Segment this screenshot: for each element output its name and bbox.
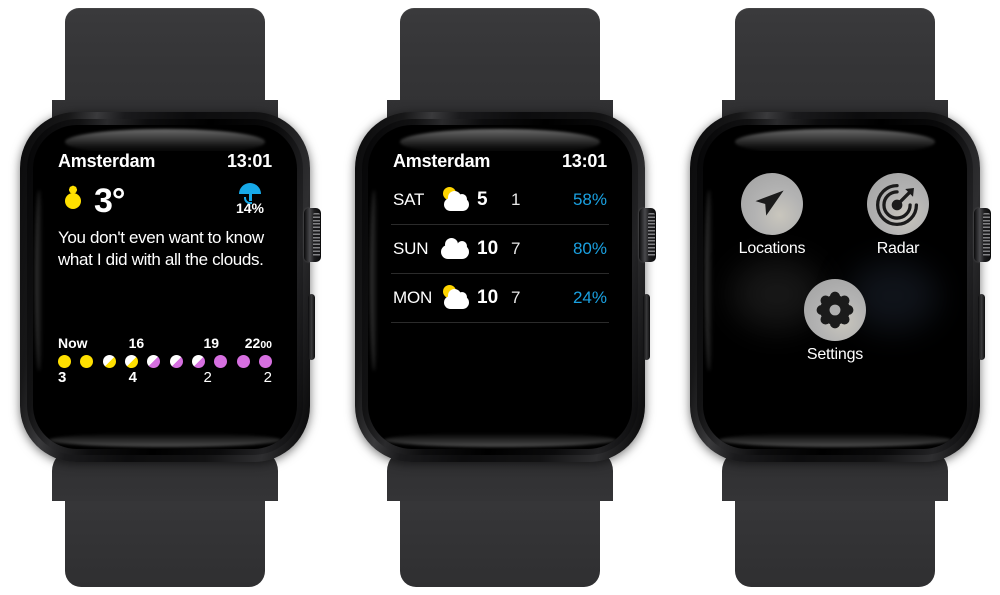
daily-forecast-row[interactable]: MON 10 7 24% — [391, 274, 609, 323]
hourly-dot — [258, 355, 272, 368]
hourly-time-sublabel: 00 — [260, 339, 272, 351]
glass-highlight-bottom — [48, 433, 282, 447]
hourly-temp-value: 4 — [128, 369, 137, 386]
watch-glass: Amsterdam 13:01 SAT 5 1 58% SUN 10 7 80% MON 10 7 2… — [368, 125, 632, 449]
hourly-dot — [124, 355, 138, 368]
glass-highlight-left — [35, 189, 43, 372]
current-temperature: 3° — [94, 182, 126, 220]
daily-forecast-list[interactable]: SAT 5 1 58% SUN 10 7 80% MON 10 7 24% — [391, 176, 609, 323]
hourly-condition-dots — [58, 355, 272, 368]
hourly-dot — [80, 355, 94, 368]
current-conditions-row[interactable]: 3° 14% — [56, 182, 274, 220]
day-name: SUN — [393, 239, 429, 258]
hourly-time-label: Now — [58, 335, 88, 351]
menu-grid: Locations Radar Settings — [726, 151, 944, 389]
menu-item-locations[interactable]: Locations — [724, 173, 820, 258]
glass-highlight-left — [370, 189, 378, 372]
app-screen-current: Amsterdam 13:01 3° 14% You don't even wa… — [56, 151, 274, 389]
day-low-temp: 7 — [511, 239, 521, 258]
watch-case: Locations Radar Settings — [690, 112, 991, 462]
menu-item-settings[interactable]: Settings — [787, 279, 883, 364]
hourly-dot — [58, 355, 71, 368]
side-button[interactable] — [643, 294, 650, 360]
daily-forecast-row[interactable]: SUN 10 7 80% — [391, 225, 609, 274]
screenshot-stage: Amsterdam 13:01 3° 14% You don't even wa… — [0, 0, 1000, 595]
hourly-temp-value: 2 — [263, 369, 272, 386]
digital-crown[interactable] — [304, 208, 321, 262]
sun-behind-cloud-icon — [439, 187, 473, 213]
menu-item-radar[interactable]: Radar — [850, 173, 946, 258]
location-label: Amsterdam — [58, 151, 156, 171]
watch-current-conditions: Amsterdam 13:01 3° 14% You don't even wa… — [0, 0, 330, 595]
hourly-time-label: 16 — [128, 335, 145, 351]
menu-label: Radar — [876, 240, 920, 257]
hourly-dot — [169, 355, 183, 368]
menu-label: Settings — [806, 346, 864, 363]
watch-band-bottom — [52, 449, 278, 587]
day-low-temp: 1 — [511, 190, 521, 209]
day-precip-chance: 58% — [572, 190, 607, 209]
watch-band-bottom — [722, 449, 948, 587]
hourly-dot — [102, 355, 116, 368]
hourly-time-label: 2200 — [244, 335, 272, 351]
day-high-temp: 10 — [477, 238, 499, 259]
watch-glass: Amsterdam 13:01 3° 14% You don't even wa… — [33, 125, 297, 449]
watch-case: Amsterdam 13:01 3° 14% You don't even wa… — [20, 112, 321, 462]
side-button[interactable] — [308, 294, 315, 360]
glass-highlight-bottom — [718, 433, 952, 447]
precipitation-indicator: 14% — [228, 183, 272, 216]
hourly-dot — [147, 355, 161, 368]
radar-target-icon — [867, 173, 929, 235]
day-name: SAT — [393, 190, 425, 209]
watch-case: Amsterdam 13:01 SAT 5 1 58% SUN 10 7 80% MON 10 7 2… — [355, 112, 656, 462]
day-precip-chance: 24% — [572, 288, 607, 307]
hourly-time-labels: Now 16 19 2200 — [58, 335, 272, 353]
clock-label: 13:01 — [561, 151, 607, 171]
daily-forecast-row[interactable]: SAT 5 1 58% — [391, 176, 609, 225]
hourly-dot — [214, 355, 228, 368]
hourly-temperature-values: 3 4 2 2 — [58, 369, 272, 387]
watch-menu: Locations Radar Settings — [670, 0, 1000, 595]
day-name: MON — [393, 288, 433, 307]
hourly-temp-value: 2 — [203, 369, 212, 386]
sun-behind-cloud-icon — [439, 285, 473, 311]
digital-crown[interactable] — [639, 208, 656, 262]
app-screen-daily: Amsterdam 13:01 SAT 5 1 58% SUN 10 7 80% MON 10 7 2… — [391, 151, 609, 389]
screen-header: Amsterdam 13:01 — [391, 151, 609, 172]
watch-band-bottom — [387, 449, 613, 587]
cloud-icon — [439, 236, 473, 262]
sun-icon — [58, 186, 88, 216]
hourly-dot — [191, 355, 205, 368]
hourly-dot — [236, 355, 250, 368]
gear-icon — [804, 279, 866, 341]
screen-header: Amsterdam 13:01 — [56, 151, 274, 172]
hourly-temp-value: 3 — [58, 369, 67, 386]
weather-summary-text: You don't even want to know what I did w… — [58, 228, 264, 269]
day-high-temp: 5 — [477, 189, 488, 210]
menu-label: Locations — [738, 240, 806, 257]
digital-crown[interactable] — [974, 208, 991, 262]
side-button[interactable] — [978, 294, 985, 360]
day-high-temp: 10 — [477, 287, 499, 308]
navigation-arrow-icon — [741, 173, 803, 235]
day-low-temp: 7 — [511, 288, 521, 307]
glass-highlight-bottom — [383, 433, 617, 447]
app-screen-menu: Locations Radar Settings — [726, 151, 944, 389]
day-precip-chance: 80% — [572, 239, 607, 258]
location-label: Amsterdam — [393, 151, 491, 171]
hourly-forecast[interactable]: Now 16 19 2200 3 4 2 2 — [58, 335, 272, 387]
watch-daily-forecast: Amsterdam 13:01 SAT 5 1 58% SUN 10 7 80% MON 10 7 2… — [335, 0, 665, 595]
hourly-time-label: 19 — [203, 335, 220, 351]
glass-highlight-left — [705, 189, 713, 372]
umbrella-icon — [239, 183, 261, 204]
watch-glass: Locations Radar Settings — [703, 125, 967, 449]
clock-label: 13:01 — [226, 151, 272, 171]
